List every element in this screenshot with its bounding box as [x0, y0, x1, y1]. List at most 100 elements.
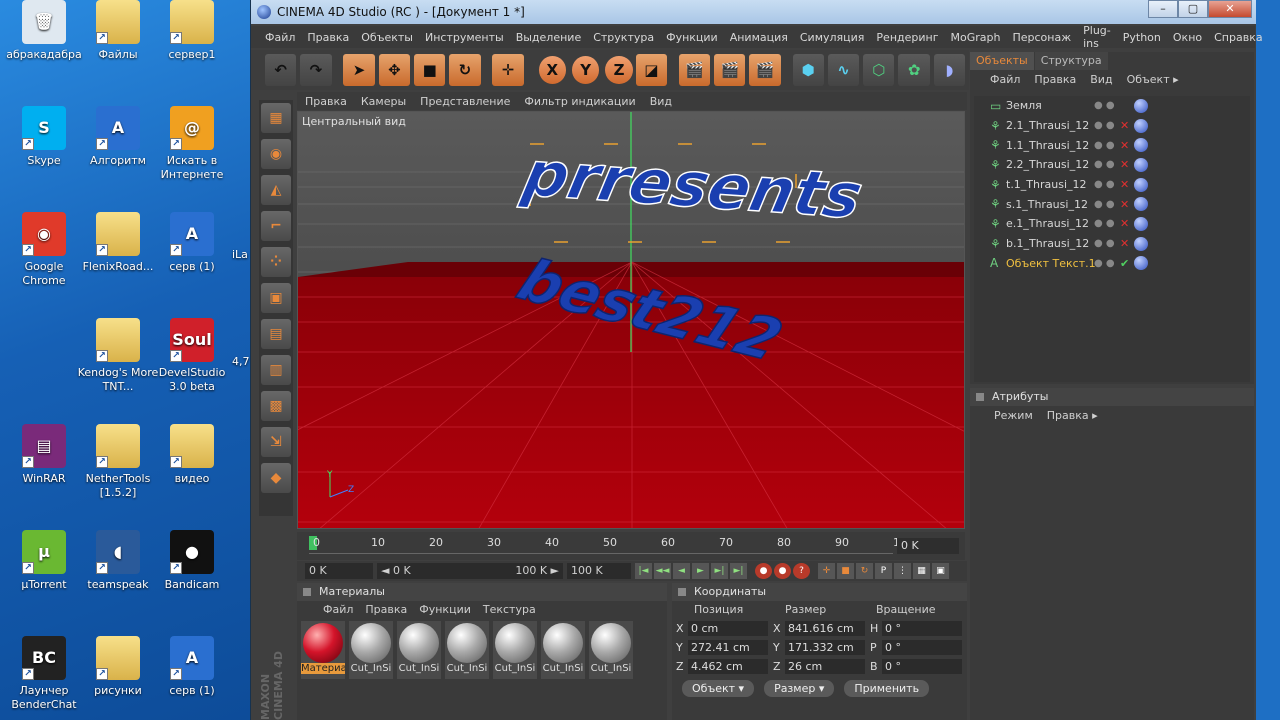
menu-item[interactable]: MoGraph [951, 31, 1001, 44]
minimize-button[interactable]: – [1148, 0, 1178, 18]
object-row[interactable]: ⚘ b.1_Thrausi_12 ● ● ✕ [974, 234, 1250, 254]
key-scale-icon[interactable]: ■ [837, 563, 854, 579]
desktop-icon[interactable]: ↗ сервер1 [150, 0, 234, 62]
object-row[interactable]: ⚘ 2.2_Thrausi_12 ● ● ✕ [974, 155, 1250, 175]
material-tag-icon[interactable] [1134, 197, 1148, 212]
apply-button[interactable]: Применить [844, 680, 930, 697]
coord-rot-field[interactable]: 0 ° [882, 640, 962, 655]
object-row[interactable]: ⚘ s.1_Thrausi_12 ● ● ✕ [974, 194, 1250, 214]
material-swatch[interactable]: Cut_InSi [493, 621, 537, 679]
object-axis-mode-icon[interactable]: ⌐ [261, 211, 291, 241]
desktop-icon[interactable]: ↗ Kendog's More TNT... [76, 318, 160, 394]
edges-mode-icon[interactable]: ▣ [261, 283, 291, 313]
material-tag-icon[interactable] [1134, 98, 1148, 113]
material-tag-icon[interactable] [1134, 138, 1148, 153]
y-axis-lock-button[interactable]: Y [571, 56, 600, 84]
disabled-x-icon[interactable]: ✕ [1120, 139, 1129, 152]
viewport-menu-item[interactable]: Представление [420, 95, 510, 108]
coordinate-system-icon[interactable]: ✛ [492, 54, 524, 86]
attributes-menu-item[interactable]: Режим [994, 406, 1033, 426]
go-to-start-icon[interactable]: |◄ [635, 563, 652, 579]
menu-item[interactable]: Персонаж [1012, 31, 1071, 44]
nurbs-icon[interactable]: ⬡ [863, 54, 895, 86]
visibility-dots-icon[interactable]: ● ● [1094, 258, 1115, 269]
menu-item[interactable]: Справка [1214, 31, 1262, 44]
z-axis-lock-button[interactable]: Z [605, 56, 633, 84]
range-slider[interactable]: ◄ 0 K 100 K ► [377, 563, 563, 579]
desktop-icon[interactable]: ↗ FlenixRoad... [76, 212, 160, 274]
next-frame-icon[interactable]: ►| [711, 563, 728, 579]
record-icon[interactable]: ● [755, 563, 772, 579]
object-row[interactable]: ⚘ t.1_Thrausi_12 ● ● ✕ [974, 175, 1250, 195]
desktop-icon[interactable]: @ ↗ Искать в Интернете [150, 106, 234, 182]
materials-menu-item[interactable]: Функции [419, 603, 471, 616]
object-row[interactable]: ▭ Земля ● ● [974, 96, 1250, 116]
x-axis-lock-button[interactable]: X [538, 56, 566, 84]
desktop-icon[interactable]: ▤ ↗ WinRAR [2, 424, 86, 486]
prev-frame-icon[interactable]: ◄ [673, 563, 690, 579]
menu-item[interactable]: Plug-ins [1083, 24, 1111, 50]
play-icon[interactable]: ► [692, 563, 709, 579]
select-tool-icon[interactable]: ➤ [343, 54, 375, 86]
disabled-x-icon[interactable]: ✕ [1120, 237, 1129, 250]
desktop-icon[interactable]: 🗑 абракадабра [2, 0, 86, 62]
maximize-button[interactable]: ▢ [1178, 0, 1208, 18]
desktop-icon[interactable]: A ↗ серв (1) [150, 636, 234, 698]
menu-item[interactable]: Окно [1173, 31, 1202, 44]
material-tag-icon[interactable] [1134, 216, 1148, 231]
menu-item[interactable]: Анимация [730, 31, 788, 44]
menu-item[interactable]: Файл [265, 31, 295, 44]
visibility-dots-icon[interactable]: ● ● [1094, 199, 1115, 210]
mograph-cloner-icon[interactable]: ✿ [898, 54, 930, 86]
desktop-icon[interactable]: ↗ рисунки [76, 636, 160, 698]
viewport-menu-item[interactable]: Вид [650, 95, 672, 108]
deformer-icon[interactable]: ◗ [933, 54, 966, 86]
render-settings-icon[interactable]: 🎬 [749, 54, 781, 86]
disabled-x-icon[interactable]: ✕ [1120, 158, 1129, 171]
desktop-icon[interactable]: µ ↗ µTorrent [2, 530, 86, 592]
render-picture-viewer-icon[interactable]: 🎬 [714, 54, 746, 86]
autokey-icon[interactable]: ● [774, 563, 791, 579]
sculpt-icon[interactable]: ◆ [261, 463, 291, 493]
menu-item[interactable]: Правка [307, 31, 349, 44]
timeline-ruler[interactable]: 0102030405060708090100 [309, 536, 914, 554]
coord-pos-field[interactable]: 272.41 cm [688, 640, 768, 655]
viewport-menu-item[interactable]: Правка [305, 95, 347, 108]
timeline-options-icon[interactable]: ▦ [913, 563, 930, 579]
timeline-view-icon[interactable]: ▣ [932, 563, 949, 579]
model-mode-icon[interactable]: ◭ [261, 175, 291, 205]
key-param-icon[interactable]: P [875, 563, 892, 579]
coord-size-field[interactable]: 841.616 cm [785, 621, 865, 636]
timeline[interactable]: 0102030405060708090100 0 K [297, 532, 965, 560]
perspective-viewport[interactable]: Центральный вид prresents best212 Y Z [297, 111, 965, 529]
menu-item[interactable]: Инструменты [425, 31, 504, 44]
material-swatch[interactable]: Cut_InSi [589, 621, 633, 679]
key-position-icon[interactable]: ✛ [818, 563, 835, 579]
uv-mode-icon[interactable]: ▥ [261, 355, 291, 385]
desktop-icon[interactable]: S ↗ Skype [2, 106, 86, 168]
menu-item[interactable]: Симуляция [800, 31, 865, 44]
menu-item[interactable]: Структура [593, 31, 654, 44]
material-swatch[interactable]: Cut_InSi [397, 621, 441, 679]
visibility-dots-icon[interactable]: ● ● [1094, 159, 1115, 170]
menu-item[interactable]: Объекты [361, 31, 413, 44]
object-row[interactable]: A Объект Текст.1 ● ● ✔ [974, 254, 1250, 274]
object-row[interactable]: ⚘ e.1_Thrausi_12 ● ● ✕ [974, 214, 1250, 234]
coord-pos-field[interactable]: 4.462 cm [688, 659, 768, 674]
objects-menu-item[interactable]: Объект ▸ [1127, 70, 1179, 90]
tab-structure[interactable]: Структура [1034, 52, 1108, 70]
coord-size-field[interactable]: 171.332 cm [785, 640, 865, 655]
desktop-icon[interactable]: ◉ ↗ Google Chrome [2, 212, 86, 288]
world-coords-icon[interactable]: ◪ [635, 54, 668, 86]
move-tool-icon[interactable]: ✥ [378, 54, 411, 86]
material-swatch[interactable]: Cut_InSi [349, 621, 393, 679]
desktop-icon[interactable]: ◖ ↗ teamspeak [76, 530, 160, 592]
disabled-x-icon[interactable]: ✕ [1120, 119, 1129, 132]
viewport-menu-item[interactable]: Фильтр индикации [524, 95, 635, 108]
desktop-icon[interactable]: BC ↗ Лаунчер BenderChat [2, 636, 86, 712]
start-frame-field[interactable]: 0 K [305, 563, 373, 579]
snap-icon[interactable]: ⇲ [261, 427, 291, 457]
undo-button[interactable]: ↶ [265, 54, 297, 86]
enabled-check-icon[interactable]: ✔ [1120, 257, 1129, 270]
objects-menu-item[interactable]: Правка [1034, 70, 1076, 90]
